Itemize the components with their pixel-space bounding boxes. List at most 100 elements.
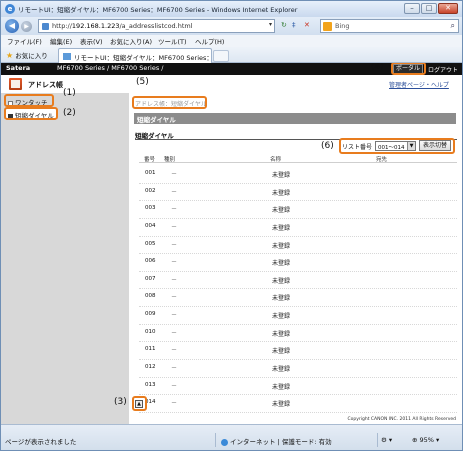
row-type: －	[171, 276, 178, 284]
breadcrumb: アドレス帳：短縮ダイヤル	[135, 101, 207, 108]
search-box[interactable]: Bing ⌕	[320, 19, 459, 33]
top-arrow-icon[interactable]: ▲	[135, 400, 143, 408]
protected-mode-icon[interactable]: ⚙ ▾	[381, 436, 392, 444]
new-tab-button[interactable]	[213, 50, 229, 62]
row-name: 未登録	[272, 260, 291, 268]
row-name: 未登録	[272, 207, 291, 215]
callout-6: (6)	[321, 141, 334, 151]
address-book-icon	[9, 78, 22, 90]
row-type: －	[171, 259, 178, 267]
page-content: Satera MF6700 Series / MF6700 Series / ポ…	[1, 63, 462, 424]
row-number: 002	[145, 187, 156, 194]
back-arrow-icon[interactable]: ◀	[5, 19, 19, 33]
main-panel: アドレス帳：短縮ダイヤル 短縮ダイヤル 短縮ダイヤル リスト番号 001～014…	[129, 93, 462, 424]
dial-list: 001 － 未登録 002 － 未登録 003 － 未登録 004 － 未登録 005 － 未登録 006 － 未…	[139, 166, 457, 413]
search-icon[interactable]: ⌕	[451, 21, 455, 31]
menu-tools[interactable]: ツール(T)	[158, 36, 187, 46]
manager-help-link[interactable]: 管理者ページ・ヘルプ	[389, 80, 449, 89]
row-number: 012	[145, 364, 156, 371]
row-name: 未登録	[272, 330, 291, 338]
row-type: －	[171, 294, 178, 302]
menu-favorites[interactable]: お気に入り(A)	[110, 36, 152, 46]
sidebar-title: アドレス帳	[28, 81, 63, 89]
row-number: 007	[145, 275, 156, 282]
ie-icon: e	[5, 4, 15, 14]
menu-view[interactable]: 表示(V)	[80, 36, 103, 46]
row-type: －	[171, 329, 178, 337]
table-row: 007 － 未登録	[139, 272, 457, 290]
browser-window: e リモートUI：短縮ダイヤル：MF6700 Series：MF6700 Ser…	[0, 0, 463, 451]
row-type: －	[171, 312, 178, 320]
row-name: 未登録	[272, 401, 291, 409]
row-number: 009	[145, 311, 156, 318]
row-name: 未登録	[272, 366, 291, 374]
sidebar-item-one-touch[interactable]: ワンタッチ	[5, 96, 57, 107]
callout-1: (1)	[63, 88, 76, 98]
title-bar: e リモートUI：短縮ダイヤル：MF6700 Series：MF6700 Ser…	[1, 1, 462, 17]
row-number: 013	[145, 381, 156, 388]
row-name: 未登録	[272, 242, 291, 250]
row-type: －	[171, 206, 178, 214]
maximize-button[interactable]: □	[421, 3, 437, 14]
address-bar[interactable]: http://192.168.1.223/a_addresslistcod.ht…	[38, 19, 275, 33]
row-name: 未登録	[272, 295, 291, 303]
table-row: 001 － 未登録	[139, 166, 457, 184]
minimize-button[interactable]: –	[404, 3, 420, 14]
table-row: 011 － 未登録	[139, 342, 457, 361]
logout-link[interactable]: ログアウト	[428, 65, 458, 74]
browser-tab[interactable]: リモートUI：短縮ダイヤル：MF6700 Series：...	[58, 48, 212, 63]
favorites-star-icon: ★	[6, 51, 14, 60]
row-name: 未登録	[272, 313, 291, 321]
menu-edit[interactable]: 編集(E)	[50, 36, 72, 46]
table-row: 003 － 未登録	[139, 201, 457, 219]
switch-display-button[interactable]: 表示切替	[419, 140, 451, 151]
sidebar-item-coded-dial[interactable]: 短縮ダイヤル	[5, 109, 57, 120]
favorites-button[interactable]: ★ お気に入り	[6, 50, 48, 60]
row-name: 未登録	[272, 348, 291, 356]
row-type: －	[171, 223, 178, 231]
tab-page-icon	[63, 53, 71, 60]
address-row: ◀ ▶ http://192.168.1.223/a_addresslistco…	[1, 17, 462, 35]
row-type: －	[171, 241, 178, 249]
section-header: 短縮ダイヤル	[134, 113, 456, 124]
forward-arrow-icon[interactable]: ▶	[21, 21, 32, 32]
list-number-label: リスト番号	[342, 144, 373, 151]
menu-file[interactable]: ファイル(F)	[7, 36, 42, 46]
menu-help[interactable]: ヘルプ(H)	[195, 36, 224, 46]
callout-3: (3)	[114, 397, 127, 407]
compat-icon[interactable]: ‡	[292, 21, 296, 29]
zoom-level[interactable]: ⊕ 95% ▾	[412, 436, 439, 444]
page-header: Satera MF6700 Series / MF6700 Series / ポ…	[1, 63, 462, 80]
list-number-select[interactable]: 001～014 ▼	[375, 141, 416, 151]
menu-bar: ファイル(F) 編集(E) 表示(V) お気に入り(A) ツール(T) ヘルプ(…	[1, 35, 462, 47]
row-type: －	[171, 347, 178, 355]
search-input[interactable]: Bing	[335, 22, 350, 30]
bullet-icon	[8, 113, 13, 119]
row-type: －	[171, 188, 178, 196]
row-name: 未登録	[272, 277, 291, 285]
divider	[215, 433, 216, 447]
stop-icon[interactable]: ✕	[304, 21, 310, 29]
window-title: リモートUI：短縮ダイヤル：MF6700 Series：MF6700 Serie…	[18, 6, 298, 14]
copyright: Copyright CANON INC. 2011 All Rights Res…	[347, 417, 456, 422]
table-row: 014 － 未登録	[139, 395, 457, 413]
window-controls: – □ ✕	[404, 3, 458, 14]
status-bar: ページが表示されました インターネット | 保護モード: 有効 ⚙ ▾ ⊕ 95…	[1, 424, 462, 450]
sidebar: ワンタッチ 短縮ダイヤル	[1, 93, 129, 424]
divider	[135, 139, 457, 140]
brand-logo: Satera	[6, 64, 31, 72]
callout-5: (5)	[136, 77, 149, 87]
row-type: －	[171, 400, 178, 408]
chevron-down-icon: ▼	[407, 142, 415, 150]
row-name: 未登録	[272, 224, 291, 232]
favorites-bar: ★ お気に入り リモートUI：短縮ダイヤル：MF6700 Series：...	[1, 47, 462, 63]
table-row: 008 － 未登録	[139, 289, 457, 308]
refresh-icon[interactable]: ↻	[281, 21, 287, 29]
address-dropdown-icon[interactable]: ▾	[269, 21, 272, 28]
row-number: 001	[145, 170, 156, 176]
row-type: －	[171, 365, 178, 373]
security-zone[interactable]: インターネット | 保護モード: 有効	[221, 436, 332, 446]
row-number: 004	[145, 222, 156, 229]
portal-button[interactable]: ポータルへ	[393, 64, 423, 80]
close-button[interactable]: ✕	[438, 3, 458, 14]
